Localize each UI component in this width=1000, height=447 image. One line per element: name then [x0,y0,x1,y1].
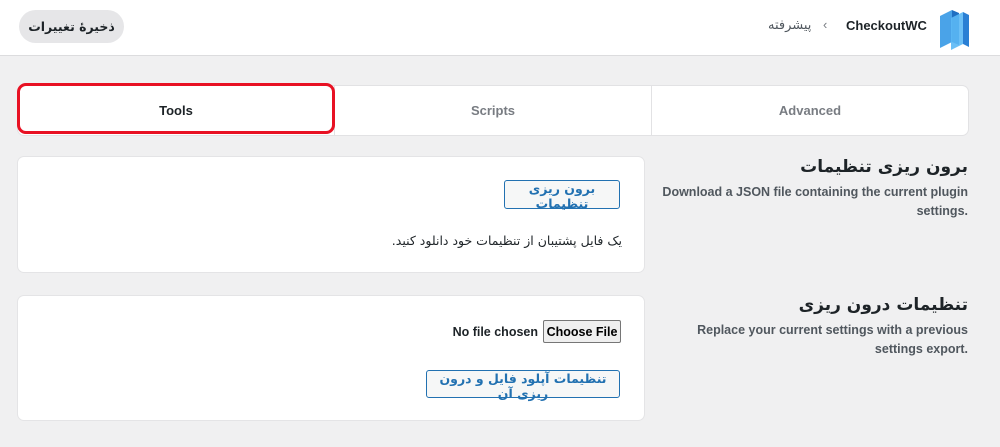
upload-and-import-button[interactable]: تنظیمات آپلود فایل و درون ریزی آن [426,370,620,401]
chevron-left-icon: ‹ [823,17,828,32]
export-card: برون ریزی تنظیمات یک فایل پشتیبان از تنظ… [18,157,644,272]
tab-scripts[interactable]: Scripts [334,86,651,135]
export-help-text: یک فایل پشتیبان از تنظیمات خود دانلود کن… [391,233,622,248]
brand-name: CheckoutWC [846,18,927,33]
checkoutwc-logo-icon [940,10,969,50]
save-changes-button[interactable]: ذخیرهٔ تغییرات [19,10,124,43]
tab-advanced[interactable]: Advanced [651,86,968,135]
no-file-chosen-text: No file chosen [452,324,538,339]
import-section-description: Replace your current settings with a pre… [697,323,968,356]
tab-tools[interactable]: Tools [18,86,334,135]
choose-file-button[interactable]: Choose File [543,320,621,343]
file-input: No file chosen Choose File [453,320,621,343]
export-section-title: برون ریزی تنظیمات [800,157,968,177]
tab-bar: Tools Scripts Advanced [18,86,968,135]
import-card: No file chosen Choose File تنظیمات آپلود… [18,296,644,420]
export-section-description: Download a JSON file containing the curr… [662,185,968,218]
breadcrumb-current[interactable]: پیشرفته [768,17,811,33]
top-header: CheckoutWC ‹ پیشرفته ذخیرهٔ تغییرات [0,0,1000,56]
export-settings-button[interactable]: برون ریزی تنظیمات [504,180,620,211]
import-section-title: تنظیمات درون ریزی [798,295,968,315]
